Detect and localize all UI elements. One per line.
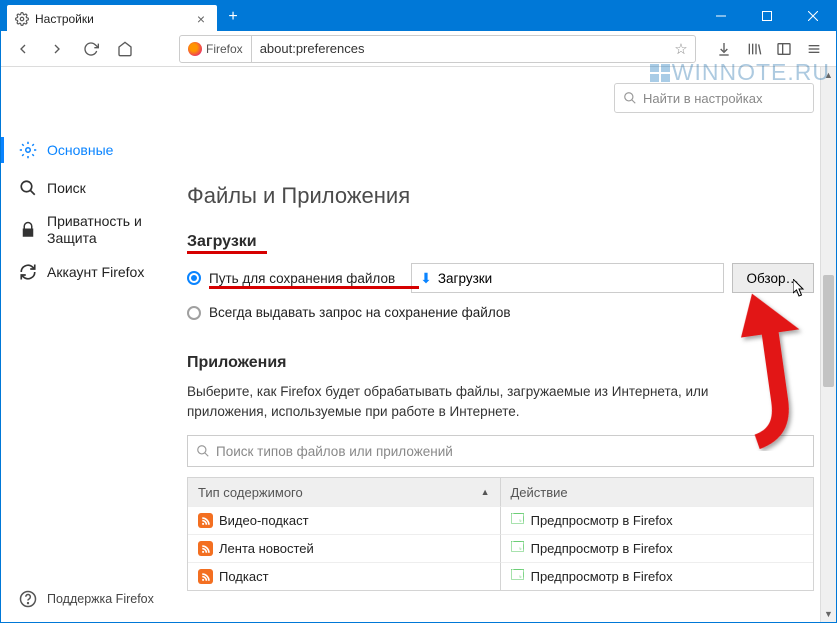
- url-identity[interactable]: Firefox: [180, 36, 252, 62]
- sidebar-item-account[interactable]: Аккаунт Firefox: [1, 253, 177, 291]
- scroll-down-icon[interactable]: ▼: [821, 606, 836, 622]
- sidebar-item-privacy[interactable]: Приватность и Защита: [1, 207, 177, 253]
- settings-search-placeholder: Найти в настройках: [643, 91, 763, 106]
- gear-icon: [19, 141, 37, 159]
- tab-title: Настройки: [35, 12, 94, 26]
- tab-close-icon[interactable]: ×: [193, 11, 209, 27]
- window-controls: [698, 1, 836, 31]
- close-window-button[interactable]: [790, 1, 836, 31]
- vertical-scrollbar[interactable]: ▲ ▼: [820, 67, 836, 622]
- col-type-header[interactable]: Тип содержимого ▲: [188, 478, 501, 506]
- col-action-label: Действие: [511, 485, 568, 500]
- help-icon: [19, 590, 37, 608]
- cell-type: Видео-подкаст: [219, 513, 309, 528]
- radio-save-to-label: Путь для сохранения файлов: [209, 271, 395, 286]
- title-bar: Настройки × +: [1, 1, 836, 31]
- tab-strip: Настройки × +: [1, 1, 247, 31]
- app-handlers-table: Тип содержимого ▲ Действие Видео-подкаст…: [187, 477, 814, 591]
- cell-type: Лента новостей: [219, 541, 314, 556]
- save-to-row: Путь для сохранения файлов ⬇ Загрузки Об…: [187, 263, 814, 293]
- cell-action: Предпросмотр в Firefox: [531, 569, 673, 584]
- apps-heading: Приложения: [187, 354, 814, 372]
- downloads-icon[interactable]: [710, 35, 738, 63]
- cell-action: Предпросмотр в Firefox: [531, 513, 673, 528]
- main-pane: Найти в настройках Файлы и Приложения За…: [177, 67, 836, 622]
- download-folder-value: Загрузки: [438, 271, 492, 286]
- gear-icon: [15, 12, 29, 26]
- browse-button[interactable]: Обзор…: [732, 263, 815, 293]
- new-tab-button[interactable]: +: [219, 3, 247, 31]
- sidebar-item-general[interactable]: Основные: [1, 131, 177, 169]
- cell-type: Подкаст: [219, 569, 269, 584]
- category-sidebar: Основные Поиск Приватность и Защита Акка…: [1, 67, 177, 622]
- library-icon[interactable]: [740, 35, 768, 63]
- scroll-up-icon[interactable]: ▲: [821, 67, 836, 83]
- sidebar-item-label: Аккаунт Firefox: [47, 264, 144, 281]
- sidebar-item-label: Приватность и Защита: [47, 213, 167, 247]
- app-type-search[interactable]: Поиск типов файлов или приложений: [187, 435, 814, 467]
- sidebar-item-label: Основные: [47, 142, 113, 159]
- preferences-content: Основные Поиск Приватность и Защита Акка…: [1, 67, 836, 622]
- back-button[interactable]: [9, 35, 37, 63]
- table-row[interactable]: Лента новостей 🗔 Предпросмотр в Firefox: [188, 534, 813, 562]
- preview-icon: 🗔: [511, 538, 525, 560]
- firefox-logo-icon: [188, 42, 202, 56]
- sync-icon: [19, 263, 37, 281]
- search-icon: [196, 444, 210, 458]
- url-bar[interactable]: Firefox about:preferences ☆: [179, 35, 696, 63]
- browse-button-label: Обзор…: [747, 271, 800, 286]
- sidebar-icon[interactable]: [770, 35, 798, 63]
- downloads-heading: Загрузки: [187, 233, 814, 251]
- preview-icon: 🗔: [511, 510, 525, 532]
- support-label: Поддержка Firefox: [47, 592, 154, 606]
- download-arrow-icon: ⬇: [420, 270, 432, 287]
- sort-asc-icon: ▲: [481, 487, 490, 497]
- bookmark-star-icon[interactable]: ☆: [667, 40, 695, 58]
- table-row[interactable]: Видео-подкаст 🗔 Предпросмотр в Firefox: [188, 506, 813, 534]
- app-search-placeholder: Поиск типов файлов или приложений: [216, 444, 453, 459]
- rss-icon: [198, 513, 213, 528]
- always-ask-row: Всегда выдавать запрос на сохранение фай…: [187, 305, 814, 320]
- sidebar-support-link[interactable]: Поддержка Firefox: [1, 590, 177, 608]
- browser-tab[interactable]: Настройки ×: [7, 5, 217, 33]
- download-folder-field[interactable]: ⬇ Загрузки: [411, 263, 723, 293]
- sidebar-item-label: Поиск: [47, 180, 86, 197]
- table-header: Тип содержимого ▲ Действие: [188, 478, 813, 506]
- url-identity-label: Firefox: [206, 42, 243, 56]
- col-type-label: Тип содержимого: [198, 485, 303, 500]
- scroll-thumb[interactable]: [823, 275, 834, 387]
- settings-search[interactable]: Найти в настройках: [614, 83, 814, 113]
- sidebar-item-search[interactable]: Поиск: [1, 169, 177, 207]
- col-action-header[interactable]: Действие: [501, 478, 814, 506]
- radio-save-to[interactable]: [187, 271, 201, 285]
- url-text[interactable]: about:preferences: [252, 41, 667, 56]
- minimize-button[interactable]: [698, 1, 744, 31]
- rss-icon: [198, 541, 213, 556]
- section-title: Файлы и Приложения: [187, 183, 814, 209]
- apps-description: Выберите, как Firefox будет обрабатывать…: [187, 382, 787, 421]
- table-row[interactable]: Подкаст 🗔 Предпросмотр в Firefox: [188, 562, 813, 590]
- preview-icon: 🗔: [511, 566, 525, 588]
- lock-icon: [19, 221, 37, 239]
- search-icon: [19, 179, 37, 197]
- reload-button[interactable]: [77, 35, 105, 63]
- nav-toolbar: Firefox about:preferences ☆: [1, 31, 836, 67]
- forward-button[interactable]: [43, 35, 71, 63]
- menu-button[interactable]: [800, 35, 828, 63]
- radio-always-ask[interactable]: [187, 306, 201, 320]
- radio-always-ask-label: Всегда выдавать запрос на сохранение фай…: [209, 305, 511, 320]
- maximize-button[interactable]: [744, 1, 790, 31]
- cell-action: Предпросмотр в Firefox: [531, 541, 673, 556]
- home-button[interactable]: [111, 35, 139, 63]
- search-icon: [623, 91, 637, 105]
- rss-icon: [198, 569, 213, 584]
